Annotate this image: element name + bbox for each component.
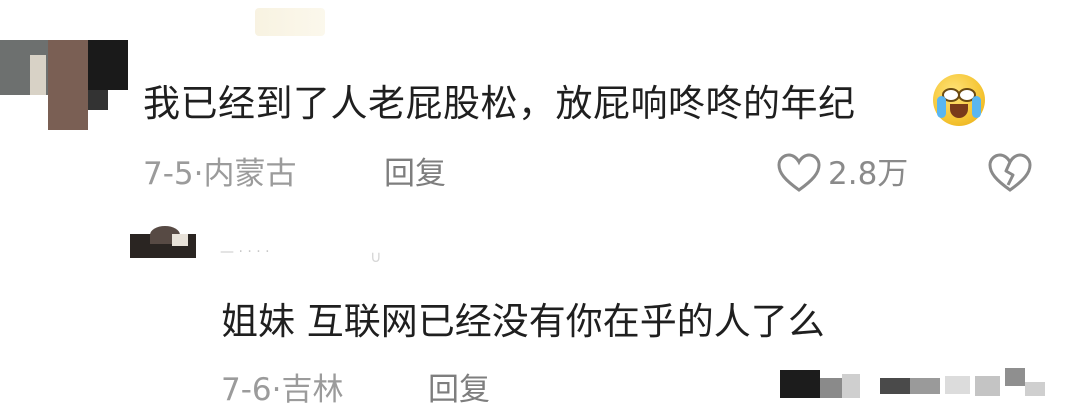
heart-icon[interactable]: [777, 153, 821, 193]
svg-text:— · · · ·: — · · · ·: [220, 244, 270, 260]
username-blurred[interactable]: — · · · · ∪: [220, 236, 420, 264]
comment-date: 7-6: [221, 372, 272, 408]
avatar[interactable]: [130, 222, 196, 258]
comment-location: 吉林: [281, 372, 344, 408]
avatar[interactable]: [0, 0, 140, 130]
comment-meta: 7-6·吉林: [221, 372, 344, 408]
comment-meta: 7-5·内蒙古: [143, 156, 297, 192]
reply-button[interactable]: 回复: [384, 154, 446, 194]
like-count: 2.8万: [828, 156, 909, 192]
comment-location: 内蒙古: [203, 156, 297, 192]
svg-text:∪: ∪: [370, 247, 382, 264]
broken-heart-icon[interactable]: [988, 153, 1032, 193]
reply-button[interactable]: 回复: [428, 370, 490, 410]
comment-date: 7-5: [143, 156, 194, 192]
comment-text: 姐妹 互联网已经没有你在乎的人了么: [221, 300, 825, 343]
username-blurred[interactable]: [255, 8, 325, 36]
crying-laughing-emoji-icon: [933, 74, 985, 126]
blurred-region: [780, 368, 1045, 398]
comment-text: 我已经到了人老屁股松，放屁响咚咚的年纪: [143, 82, 856, 125]
